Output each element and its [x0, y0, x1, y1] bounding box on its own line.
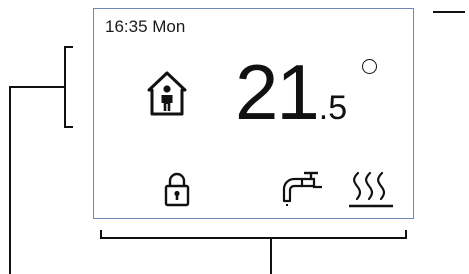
callout-bracket-bottom-horizontal	[100, 237, 407, 239]
callout-bracket-left-top-tick	[64, 46, 73, 48]
callout-bottom-leader-line	[270, 237, 272, 274]
thermostat-display: 16:35 Mon 21.5	[93, 8, 414, 219]
tap-icon[interactable]	[280, 171, 324, 207]
temperature-decimal: .5	[318, 89, 348, 127]
callout-bracket-bottom-right-tick	[405, 230, 407, 239]
clock-label: 16:35 Mon	[105, 17, 186, 36]
lock-icon[interactable]	[164, 171, 190, 207]
home-occupied-icon	[147, 71, 187, 116]
callout-bracket-bottom-left-tick	[100, 230, 102, 239]
temperature-integer: 21	[235, 48, 320, 136]
temperature-readout: 21.5	[235, 47, 347, 137]
callout-left-leader-line	[9, 86, 11, 274]
callout-bracket-left-bottom-tick	[64, 126, 73, 128]
heating-icon[interactable]	[348, 169, 394, 209]
degree-icon	[362, 59, 377, 74]
callout-top-right-line	[433, 11, 465, 13]
callout-bracket-left-connector	[9, 86, 66, 88]
